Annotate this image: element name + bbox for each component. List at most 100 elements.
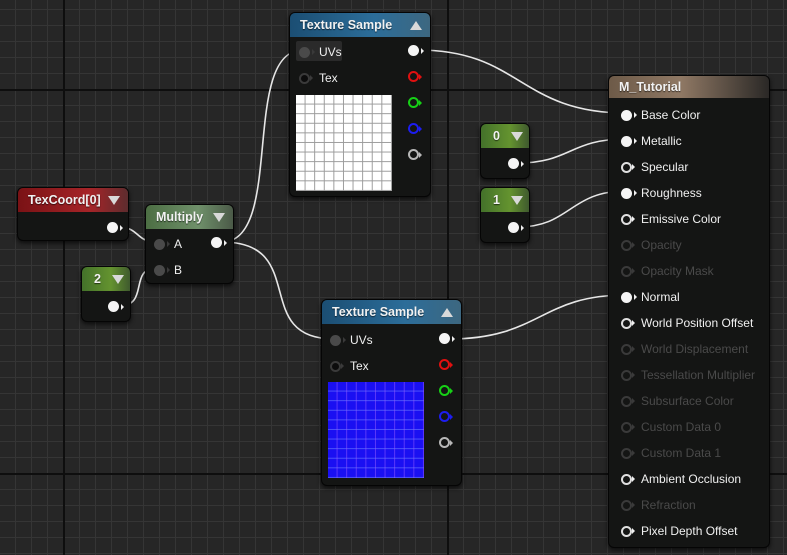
output-pin[interactable] <box>108 301 124 312</box>
output-pin-g[interactable] <box>408 97 422 108</box>
pin-filled-icon[interactable] <box>621 135 637 147</box>
pin-hollow-icon[interactable] <box>621 447 635 459</box>
material-input-world-position-offset[interactable]: World Position Offset <box>621 316 753 330</box>
output-pin-b[interactable] <box>408 123 422 134</box>
input-pin-uvs[interactable]: UVs <box>330 333 373 347</box>
pin-blue-icon[interactable] <box>439 411 453 422</box>
output-pin-g[interactable] <box>439 385 453 396</box>
output-pin-rgb[interactable] <box>408 45 424 56</box>
pin-filled-icon[interactable] <box>621 109 637 121</box>
texture-sample-header[interactable]: Texture Sample <box>290 13 430 37</box>
input-pin-tex[interactable]: Tex <box>330 359 369 373</box>
output-pin[interactable] <box>211 237 227 248</box>
pin-hollow-icon[interactable] <box>621 473 635 485</box>
pin-filled-icon[interactable] <box>108 301 124 312</box>
output-pin[interactable] <box>508 158 524 169</box>
output-pin-r[interactable] <box>439 359 453 370</box>
output-pin-r[interactable] <box>408 71 422 82</box>
input-pin-uvs[interactable]: UVs <box>299 45 342 59</box>
material-input-custom-data-1[interactable]: Custom Data 1 <box>621 446 721 460</box>
material-input-pixel-depth-offset[interactable]: Pixel Depth Offset <box>621 524 738 538</box>
pin-circle-icon[interactable] <box>299 72 313 84</box>
pin-hollow-icon[interactable] <box>621 421 635 433</box>
material-input-specular[interactable]: Specular <box>621 160 688 174</box>
constant-header[interactable]: 2 <box>82 267 130 291</box>
collapse-triangle-down-icon[interactable] <box>112 274 124 284</box>
collapse-triangle-down-icon[interactable] <box>213 212 225 222</box>
pin-filled-icon[interactable] <box>508 222 524 233</box>
pin-hollow-icon[interactable] <box>621 343 635 355</box>
wire-texture-bottom-rgb-to-normal[interactable] <box>448 294 627 340</box>
pin-hollow-icon[interactable] <box>621 395 635 407</box>
material-input-tessellation-multiplier[interactable]: Tessellation Multiplier <box>621 368 755 382</box>
material-input-emissive-color[interactable]: Emissive Color <box>621 212 721 226</box>
pin-hollow-icon[interactable] <box>621 161 635 173</box>
material-input-opacity[interactable]: Opacity <box>621 238 682 252</box>
multiply-header[interactable]: Multiply <box>146 205 233 229</box>
collapse-triangle-up-icon[interactable] <box>410 20 422 30</box>
collapse-triangle-down-icon[interactable] <box>511 131 523 141</box>
multiply-node[interactable]: Multiply A B <box>145 204 234 284</box>
pin-filled-icon[interactable] <box>439 333 455 344</box>
pin-circle-icon[interactable] <box>330 334 346 346</box>
collapse-triangle-down-icon[interactable] <box>108 195 120 205</box>
pin-hollow-icon[interactable] <box>621 213 635 225</box>
input-pin-a[interactable]: A <box>154 237 182 251</box>
texcoord-node[interactable]: TexCoord[0] <box>17 187 129 241</box>
material-input-subsurface-color[interactable]: Subsurface Color <box>621 394 734 408</box>
output-pin[interactable] <box>107 222 123 233</box>
material-result-node[interactable]: M_Tutorial Base Color Metallic Specular Rou… <box>608 75 770 548</box>
pin-circle-icon[interactable] <box>154 238 170 250</box>
output-pin-rgb[interactable] <box>439 333 455 344</box>
pin-filled-icon[interactable] <box>621 187 637 199</box>
pin-red-icon[interactable] <box>408 71 422 82</box>
material-input-opacity-mask[interactable]: Opacity Mask <box>621 264 714 278</box>
material-input-normal[interactable]: Normal <box>621 290 680 304</box>
pin-blue-icon[interactable] <box>408 123 422 134</box>
material-input-ambient-occlusion[interactable]: Ambient Occlusion <box>621 472 741 486</box>
texcoord-header[interactable]: TexCoord[0] <box>18 188 128 212</box>
material-input-custom-data-0[interactable]: Custom Data 0 <box>621 420 721 434</box>
material-input-refraction[interactable]: Refraction <box>621 498 696 512</box>
pin-gray-icon[interactable] <box>408 149 422 160</box>
pin-filled-icon[interactable] <box>508 158 524 169</box>
constant-node-1[interactable]: 1 <box>480 187 530 243</box>
texture-sample-header[interactable]: Texture Sample <box>322 300 461 324</box>
texture-sample-node-bottom[interactable]: Texture Sample UVs Tex <box>321 299 462 486</box>
pin-filled-icon[interactable] <box>621 291 637 303</box>
wire-texture-top-rgb-to-base-color[interactable] <box>417 49 627 114</box>
output-pin-b[interactable] <box>439 411 453 422</box>
pin-hollow-icon[interactable] <box>621 265 635 277</box>
collapse-triangle-down-icon[interactable] <box>511 195 523 205</box>
constant-node-0[interactable]: 0 <box>480 123 530 179</box>
pin-hollow-icon[interactable] <box>621 369 635 381</box>
wire-multiply-to-texture-bottom-uvs[interactable] <box>221 241 335 340</box>
pin-filled-icon[interactable] <box>211 237 227 248</box>
pin-hollow-icon[interactable] <box>621 239 635 251</box>
pin-hollow-icon[interactable] <box>621 317 635 329</box>
material-header[interactable]: M_Tutorial <box>609 76 769 98</box>
pin-circle-icon[interactable] <box>299 46 315 58</box>
pin-circle-icon[interactable] <box>330 360 344 372</box>
material-input-base-color[interactable]: Base Color <box>621 108 700 122</box>
output-pin-a[interactable] <box>439 437 453 448</box>
pin-gray-icon[interactable] <box>439 437 453 448</box>
pin-filled-icon[interactable] <box>107 222 123 233</box>
constant-node-2[interactable]: 2 <box>81 266 131 322</box>
pin-green-icon[interactable] <box>439 385 453 396</box>
material-input-roughness[interactable]: Roughness <box>621 186 702 200</box>
material-input-world-displacement[interactable]: World Displacement <box>621 342 748 356</box>
texture-sample-node-top[interactable]: Texture Sample UVs Tex <box>289 12 431 197</box>
input-pin-b[interactable]: B <box>154 263 182 277</box>
pin-filled-icon[interactable] <box>408 45 424 56</box>
pin-green-icon[interactable] <box>408 97 422 108</box>
pin-hollow-icon[interactable] <box>621 499 635 511</box>
input-pin-tex[interactable]: Tex <box>299 71 338 85</box>
pin-red-icon[interactable] <box>439 359 453 370</box>
pin-circle-icon[interactable] <box>154 264 170 276</box>
material-input-metallic[interactable]: Metallic <box>621 134 682 148</box>
pin-hollow-icon[interactable] <box>621 525 635 537</box>
constant-header[interactable]: 1 <box>481 188 529 212</box>
output-pin[interactable] <box>508 222 524 233</box>
output-pin-a[interactable] <box>408 149 422 160</box>
